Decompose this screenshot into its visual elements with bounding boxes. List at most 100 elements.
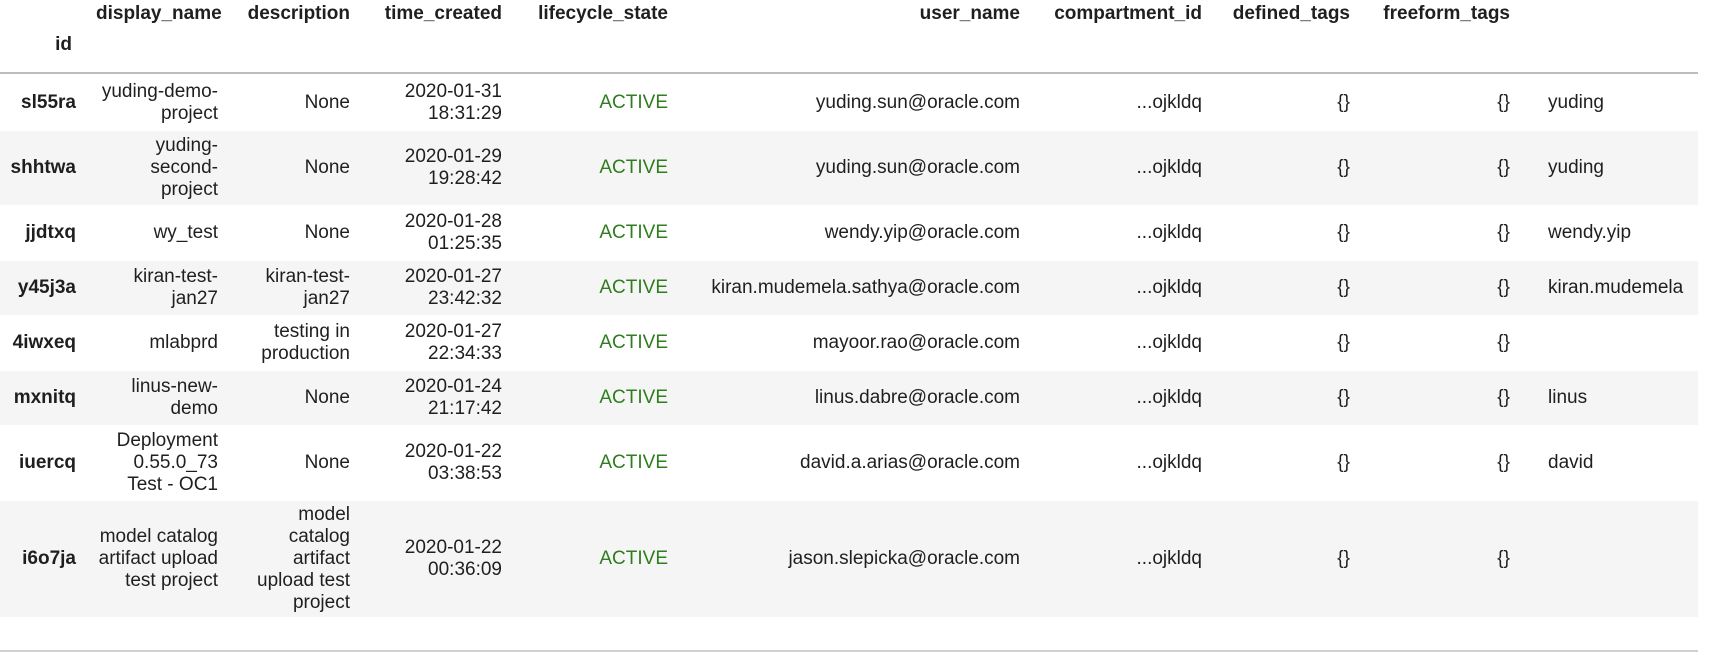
cell-compartment-id: ...ojkldq	[1136, 452, 1202, 473]
cell-user-name: yuding.sun@oracle.com	[815, 157, 1020, 178]
cell-time-created: 2020-01-27 23:42:32	[404, 266, 502, 309]
cell-user-name: wendy.yip@oracle.com	[824, 222, 1020, 243]
row-id: 4iwxeq	[12, 332, 76, 353]
cell-freeform-tags: {}	[1497, 277, 1510, 298]
cell-freeform-tags: {}	[1497, 332, 1510, 353]
cell-extra: yuding	[1548, 157, 1604, 178]
cell-display-name: Deployment 0.55.0_73 Test - OC1	[116, 430, 218, 495]
cell-extra	[1530, 315, 1698, 371]
cell-extra	[1530, 501, 1698, 617]
table-row: mxnitq linus-new-demo None 2020-01-24 21…	[0, 371, 1698, 425]
col-header-display-name: display_name	[96, 3, 222, 24]
col-header-defined-tags: defined_tags	[1232, 3, 1350, 24]
cell-user-name: yuding.sun@oracle.com	[815, 91, 1020, 113]
cell-defined-tags: {}	[1337, 387, 1350, 408]
cell-extra: david	[1548, 452, 1594, 473]
cell-defined-tags: {}	[1337, 332, 1350, 353]
cell-compartment-id: ...ojkldq	[1136, 277, 1202, 298]
cell-description: None	[304, 91, 350, 113]
cell-display-name: model catalog artifact upload test proje…	[98, 526, 218, 591]
cell-defined-tags: {}	[1337, 452, 1350, 473]
cell-user-name: linus.dabre@oracle.com	[814, 387, 1020, 408]
projects-dataframe: display_name description time_created li…	[0, 0, 1698, 617]
table-row: i6o7ja model catalog artifact upload tes…	[0, 501, 1698, 617]
cell-freeform-tags: {}	[1497, 157, 1510, 178]
cell-description: model catalog artifact upload test proje…	[257, 504, 350, 613]
cell-user-name: david.a.arias@oracle.com	[800, 452, 1020, 473]
cell-lifecycle-state: ACTIVE	[599, 277, 668, 298]
cell-display-name: yuding-demo-project	[101, 80, 218, 124]
cell-description: None	[304, 452, 350, 473]
row-id: i6o7ja	[22, 548, 76, 569]
cell-time-created: 2020-01-29 19:28:42	[404, 146, 502, 189]
row-id: y45j3a	[17, 277, 76, 298]
cell-time-created: 2020-01-22 00:36:09	[404, 537, 502, 580]
cell-description: None	[304, 222, 350, 243]
row-id: sl55ra	[21, 91, 76, 113]
cell-display-name: mlabprd	[149, 332, 218, 353]
table-row: jjdtxq wy_test None 2020-01-28 01:25:35 …	[0, 205, 1698, 261]
cell-description: None	[304, 157, 350, 178]
cell-freeform-tags: {}	[1497, 387, 1510, 408]
column-header-row: display_name description time_created li…	[0, 0, 1698, 33]
table-row: y45j3a kiran-test-jan27 kiran-test-jan27…	[0, 261, 1698, 315]
cell-freeform-tags: {}	[1497, 91, 1510, 113]
col-header-lifecycle-state: lifecycle_state	[538, 3, 668, 24]
cell-time-created: 2020-01-28 01:25:35	[404, 211, 502, 254]
cell-display-name: wy_test	[153, 222, 218, 243]
cell-time-created: 2020-01-24 21:17:42	[404, 376, 502, 419]
cell-freeform-tags: {}	[1497, 222, 1510, 243]
col-header-user-name: user_name	[919, 3, 1020, 24]
table-row: shhtwa yuding-second-project None 2020-0…	[0, 131, 1698, 205]
cell-user-name: jason.slepicka@oracle.com	[788, 548, 1020, 569]
cell-time-created: 2020-01-22 03:38:53	[404, 441, 502, 484]
cell-user-name: kiran.mudemela.sathya@oracle.com	[711, 277, 1020, 298]
cell-extra: linus	[1548, 387, 1588, 408]
cell-lifecycle-state: ACTIVE	[599, 548, 668, 569]
cell-extra: wendy.yip	[1548, 222, 1632, 243]
cell-compartment-id: ...ojkldq	[1136, 91, 1202, 113]
index-name-row: id	[0, 33, 1698, 73]
cell-display-name: yuding-second-project	[150, 135, 218, 200]
cell-display-name: linus-new-demo	[131, 376, 218, 419]
col-header-compartment-id: compartment_id	[1054, 3, 1202, 24]
index-header-blank	[0, 0, 92, 33]
cell-defined-tags: {}	[1337, 157, 1350, 178]
cell-lifecycle-state: ACTIVE	[599, 452, 668, 473]
cell-display-name: kiran-test-jan27	[133, 266, 218, 309]
cell-lifecycle-state: ACTIVE	[599, 91, 668, 113]
cell-compartment-id: ...ojkldq	[1136, 332, 1202, 353]
row-id: iuercq	[18, 452, 76, 473]
cell-defined-tags: {}	[1337, 548, 1350, 569]
table-row: sl55ra yuding-demo-project None 2020-01-…	[0, 73, 1698, 131]
cell-defined-tags: {}	[1337, 91, 1350, 113]
cell-time-created: 2020-01-31 18:31:29	[404, 80, 502, 124]
table-row: 4iwxeq mlabprd testing in production 202…	[0, 315, 1698, 371]
cell-freeform-tags: {}	[1497, 548, 1510, 569]
cell-compartment-id: ...ojkldq	[1136, 387, 1202, 408]
cell-defined-tags: {}	[1337, 222, 1350, 243]
table-bottom-rule	[0, 650, 1698, 652]
cell-description: testing in production	[261, 321, 350, 364]
cell-compartment-id: ...ojkldq	[1136, 157, 1202, 178]
col-header-description: description	[247, 3, 350, 24]
cell-description: kiran-test-jan27	[265, 266, 350, 309]
table-row: iuercq Deployment 0.55.0_73 Test - OC1 N…	[0, 425, 1698, 501]
cell-time-created: 2020-01-27 22:34:33	[404, 321, 502, 364]
cell-description: None	[304, 387, 350, 408]
cell-defined-tags: {}	[1337, 277, 1350, 298]
cell-compartment-id: ...ojkldq	[1136, 222, 1202, 243]
cell-compartment-id: ...ojkldq	[1136, 548, 1202, 569]
cell-lifecycle-state: ACTIVE	[599, 332, 668, 353]
cell-lifecycle-state: ACTIVE	[599, 222, 668, 243]
col-header-time-created: time_created	[384, 3, 502, 24]
cell-user-name: mayoor.rao@oracle.com	[812, 332, 1020, 353]
row-id: jjdtxq	[25, 222, 76, 243]
cell-extra: kiran.mudemela	[1548, 277, 1684, 298]
row-id: shhtwa	[10, 157, 76, 178]
col-header-extra	[1530, 0, 1698, 33]
cell-freeform-tags: {}	[1497, 452, 1510, 473]
index-name-label: id	[55, 34, 72, 55]
cell-lifecycle-state: ACTIVE	[599, 387, 668, 408]
cell-lifecycle-state: ACTIVE	[599, 157, 668, 178]
